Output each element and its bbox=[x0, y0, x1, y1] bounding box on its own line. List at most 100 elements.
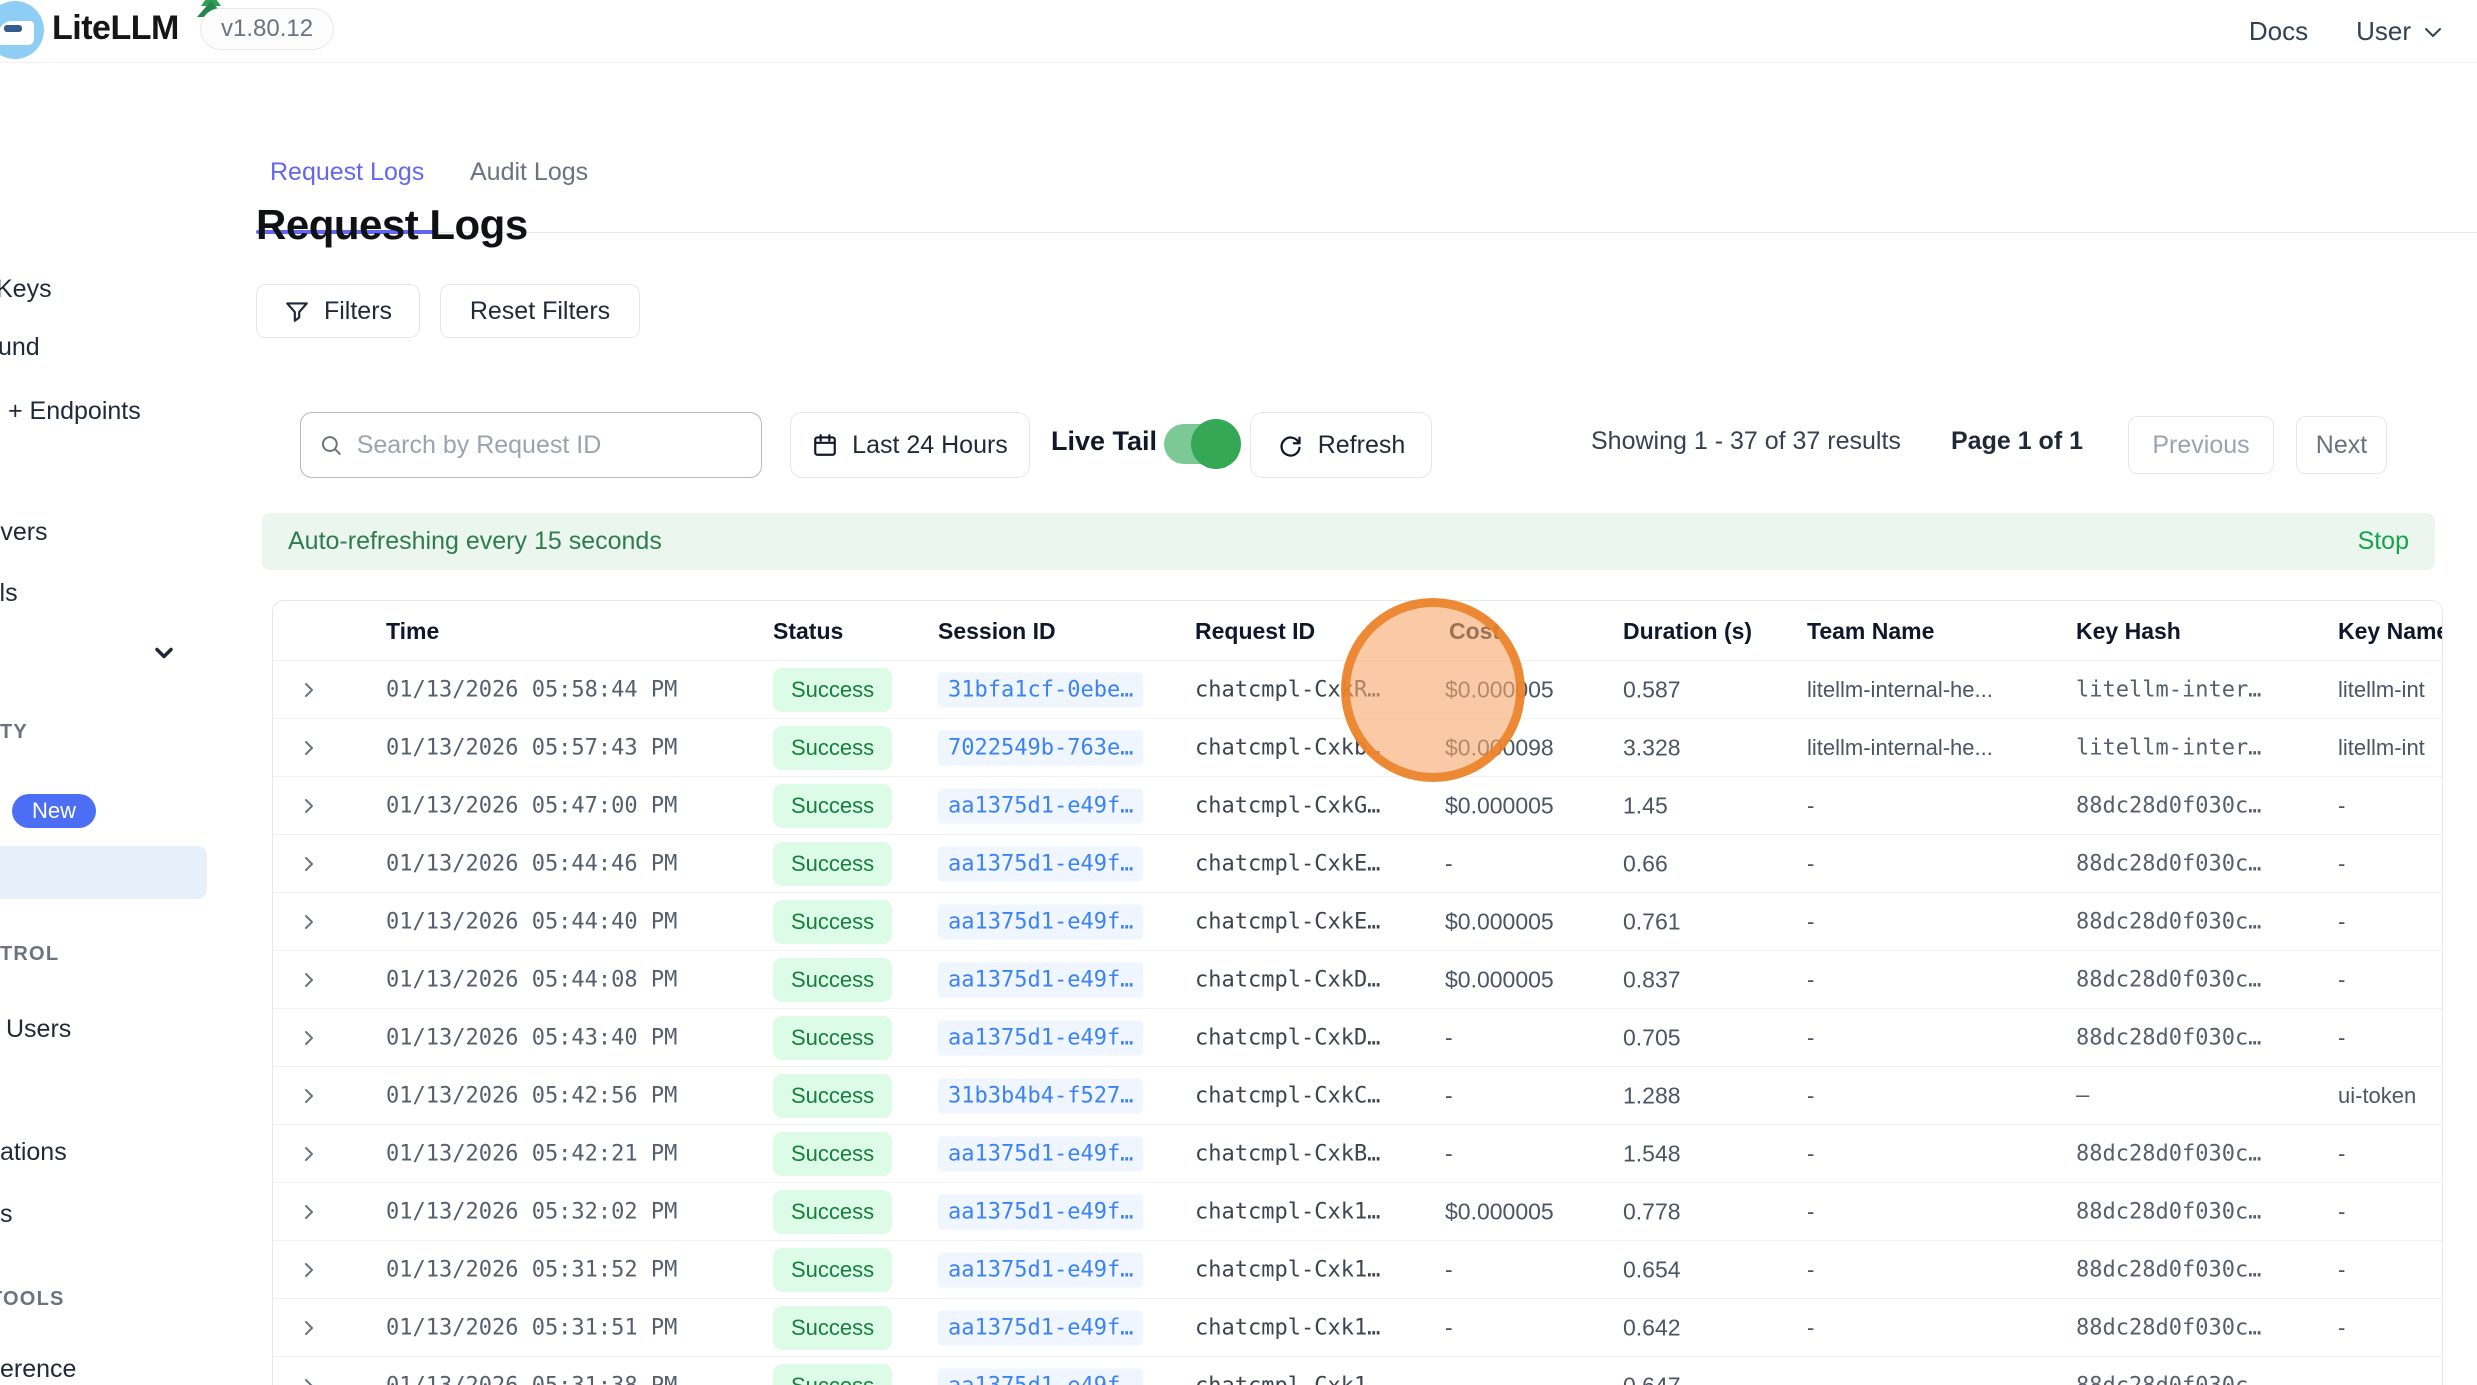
key-hash-cell: 88dc28d0f030c… bbox=[2076, 1315, 2261, 1340]
session-id-link[interactable]: 31bfa1cf-0ebe… bbox=[938, 672, 1143, 707]
time-cell: 01/13/2026 05:57:43 PM bbox=[386, 735, 677, 760]
sidebar-item-teams[interactable]: s bbox=[0, 1200, 13, 1229]
key-hash-cell: 88dc28d0f030c… bbox=[2076, 1257, 2261, 1282]
expand-row-chevron-icon[interactable] bbox=[297, 1374, 321, 1385]
search-input[interactable] bbox=[357, 431, 743, 460]
request-id-cell: chatcmpl-CxkE… bbox=[1195, 851, 1380, 876]
expand-row-chevron-icon[interactable] bbox=[297, 968, 321, 992]
results-count-text: Showing 1 - 37 of 37 results bbox=[1591, 427, 1901, 456]
session-id-link[interactable]: aa1375d1-e49f… bbox=[938, 846, 1143, 881]
stop-auto-refresh-link[interactable]: Stop bbox=[2358, 527, 2409, 556]
request-id-cell: chatcmpl-CxkC… bbox=[1195, 1083, 1380, 1108]
next-page-button[interactable]: Next bbox=[2296, 416, 2387, 474]
sidebar-item-servers[interactable]: rvers bbox=[0, 518, 48, 547]
key-name-cell: - bbox=[2338, 967, 2345, 993]
tab-audit-logs[interactable]: Audit Logs bbox=[470, 158, 588, 187]
session-id-link[interactable]: aa1375d1-e49f… bbox=[938, 1368, 1143, 1385]
sidebar-item-organizations[interactable]: ations bbox=[0, 1138, 67, 1167]
time-cell: 01/13/2026 05:42:21 PM bbox=[386, 1141, 677, 1166]
key-hash-cell: – bbox=[2076, 1083, 2089, 1108]
session-id-link[interactable]: aa1375d1-e49f… bbox=[938, 1020, 1143, 1055]
table-row: 01/13/2026 05:32:02 PM Success aa1375d1-… bbox=[273, 1183, 2442, 1241]
filters-button[interactable]: Filters bbox=[256, 284, 420, 338]
previous-page-button[interactable]: Previous bbox=[2128, 416, 2274, 474]
sidebar-item-guardrails[interactable]: ils bbox=[0, 579, 18, 608]
key-hash-cell: 88dc28d0f030c… bbox=[2076, 1141, 2261, 1166]
cost-cell: - bbox=[1445, 1024, 1453, 1051]
expand-row-chevron-icon[interactable] bbox=[297, 1200, 321, 1224]
team-name-cell: - bbox=[1807, 793, 1814, 819]
sidebar-collapse-chevron-icon[interactable] bbox=[150, 639, 178, 667]
expand-row-chevron-icon[interactable] bbox=[297, 1316, 321, 1340]
sidebar-section-observability: TY bbox=[0, 721, 28, 744]
time-range-button[interactable]: Last 24 Hours bbox=[790, 412, 1030, 478]
sidebar-item-playground[interactable]: und bbox=[0, 333, 40, 362]
top-bar: LiteLLM v1.80.12 Docs User bbox=[0, 0, 2477, 63]
sidebar-item-keys[interactable]: Keys bbox=[0, 275, 52, 304]
duration-cell: 0.778 bbox=[1623, 1198, 1681, 1225]
request-id-cell: chatcmpl-Cxkb… bbox=[1195, 735, 1380, 760]
time-cell: 01/13/2026 05:31:51 PM bbox=[386, 1315, 677, 1340]
request-id-cell: chatcmpl-CxkG… bbox=[1195, 793, 1380, 818]
expand-row-chevron-icon[interactable] bbox=[297, 1084, 321, 1108]
session-id-link[interactable]: aa1375d1-e49f… bbox=[938, 1310, 1143, 1345]
session-id-link[interactable]: aa1375d1-e49f… bbox=[938, 904, 1143, 939]
top-nav: Docs User bbox=[2249, 0, 2445, 63]
session-id-link[interactable]: aa1375d1-e49f… bbox=[938, 962, 1143, 997]
expand-row-chevron-icon[interactable] bbox=[297, 1258, 321, 1282]
expand-row-chevron-icon[interactable] bbox=[297, 678, 321, 702]
key-hash-cell: 88dc28d0f030c… bbox=[2076, 909, 2261, 934]
key-hash-cell: 88dc28d0f030c… bbox=[2076, 967, 2261, 992]
status-badge: Success bbox=[773, 1364, 892, 1385]
reset-filters-button[interactable]: Reset Filters bbox=[440, 284, 640, 338]
expand-row-chevron-icon[interactable] bbox=[297, 1026, 321, 1050]
team-name-cell: - bbox=[1807, 1373, 1814, 1385]
session-id-link[interactable]: aa1375d1-e49f… bbox=[938, 1194, 1143, 1229]
duration-cell: 1.45 bbox=[1623, 792, 1668, 819]
toggle-knob bbox=[1191, 419, 1241, 469]
status-badge: Success bbox=[773, 726, 892, 770]
table-row: 01/13/2026 05:43:40 PM Success aa1375d1-… bbox=[273, 1009, 2442, 1067]
session-id-link[interactable]: aa1375d1-e49f… bbox=[938, 788, 1143, 823]
expand-row-chevron-icon[interactable] bbox=[297, 1142, 321, 1166]
key-name-cell: - bbox=[2338, 1199, 2345, 1225]
request-id-cell: chatcmpl-CxkD… bbox=[1195, 967, 1380, 992]
cost-cell: - bbox=[1445, 1256, 1453, 1283]
session-id-link[interactable]: aa1375d1-e49f… bbox=[938, 1252, 1143, 1287]
expand-row-chevron-icon[interactable] bbox=[297, 910, 321, 934]
sidebar-item-api-reference[interactable]: erence bbox=[0, 1355, 76, 1384]
team-name-cell: - bbox=[1807, 1025, 1814, 1051]
sidebar-item-models-endpoints[interactable]: + Endpoints bbox=[8, 397, 141, 426]
sidebar-section-tools: TOOLS bbox=[0, 1288, 65, 1311]
key-hash-cell: 88dc28d0f030c… bbox=[2076, 1199, 2261, 1224]
expand-row-chevron-icon[interactable] bbox=[297, 794, 321, 818]
col-header-status: Status bbox=[773, 601, 843, 661]
key-hash-cell: 88dc28d0f030c… bbox=[2076, 1025, 2261, 1050]
expand-row-chevron-icon[interactable] bbox=[297, 852, 321, 876]
col-header-request-id: Request ID bbox=[1195, 601, 1315, 661]
time-cell: 01/13/2026 05:44:08 PM bbox=[386, 967, 677, 992]
live-tail-toggle[interactable] bbox=[1164, 424, 1238, 464]
user-menu[interactable]: User bbox=[2356, 16, 2445, 47]
page-info: Page 1 of 1 bbox=[1951, 427, 2083, 456]
sidebar-item-logs-selected[interactable] bbox=[0, 846, 207, 899]
time-cell: 01/13/2026 05:31:38 PM bbox=[386, 1373, 677, 1385]
tab-request-logs[interactable]: Request Logs bbox=[270, 158, 424, 187]
status-badge: Success bbox=[773, 1306, 892, 1350]
filters-button-label: Filters bbox=[324, 297, 392, 326]
session-id-link[interactable]: 7022549b-763e… bbox=[938, 730, 1143, 765]
time-cell: 01/13/2026 05:47:00 PM bbox=[386, 793, 677, 818]
new-badge: New bbox=[12, 794, 96, 828]
time-cell: 01/13/2026 05:58:44 PM bbox=[386, 677, 677, 702]
session-id-link[interactable]: 31b3b4b4-f527… bbox=[938, 1078, 1143, 1113]
key-name-cell: litellm-int bbox=[2338, 677, 2425, 703]
refresh-button[interactable]: Refresh bbox=[1250, 412, 1432, 478]
session-id-link[interactable]: aa1375d1-e49f… bbox=[938, 1136, 1143, 1171]
duration-cell: 1.288 bbox=[1623, 1082, 1681, 1109]
docs-link[interactable]: Docs bbox=[2249, 16, 2308, 47]
sidebar-item-internal-users[interactable]: Users bbox=[6, 1015, 71, 1044]
version-badge: v1.80.12 bbox=[200, 8, 334, 50]
cost-cell: - bbox=[1445, 1372, 1453, 1385]
expand-row-chevron-icon[interactable] bbox=[297, 736, 321, 760]
table-row: 01/13/2026 05:44:46 PM Success aa1375d1-… bbox=[273, 835, 2442, 893]
